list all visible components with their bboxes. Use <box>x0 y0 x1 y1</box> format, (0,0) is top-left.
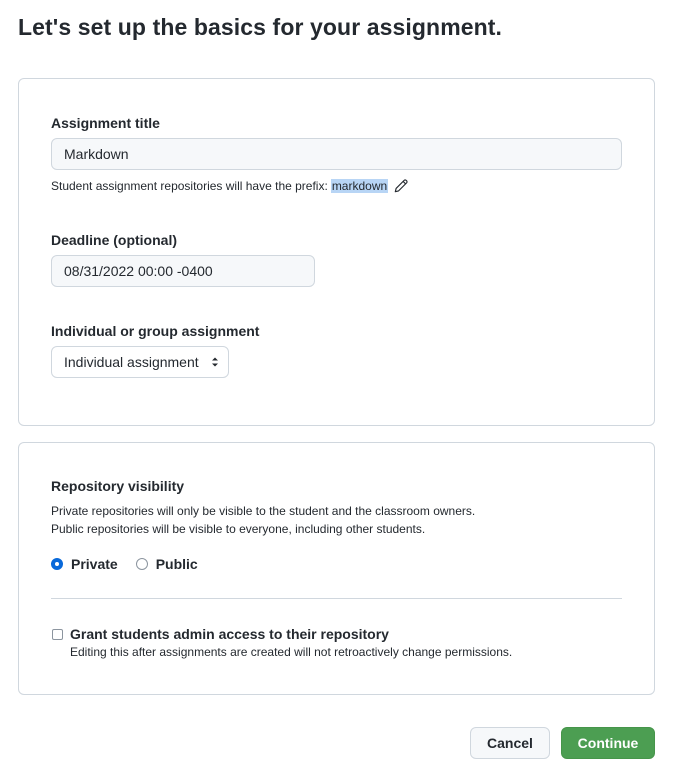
page-title: Let's set up the basics for your assignm… <box>18 14 503 40</box>
admin-access-label[interactable]: Grant students admin access to their rep… <box>70 626 389 642</box>
deadline-input[interactable]: 08/31/2022 00:00 -0400 <box>51 255 315 287</box>
assignment-title-input[interactable]: Markdown <box>51 138 622 170</box>
repository-panel: Repository visibility Private repositori… <box>18 442 655 695</box>
radio-public[interactable] <box>135 558 148 570</box>
divider <box>51 598 622 599</box>
cancel-button[interactable]: Cancel <box>470 727 550 759</box>
visibility-description-private: Private repositories will only be visibl… <box>51 504 476 518</box>
select-caret-icon <box>212 357 218 367</box>
assignment-type-value: Individual assignment <box>64 354 199 370</box>
admin-access-note: Editing this after assignments are creat… <box>70 645 513 659</box>
radio-private-label[interactable]: Private <box>71 556 118 572</box>
radio-public-label[interactable]: Public <box>156 556 198 572</box>
deadline-label: Deadline (optional) <box>51 232 177 248</box>
prefix-hint-text: Student assignment repositories will hav… <box>51 179 328 193</box>
radio-private[interactable] <box>51 558 63 570</box>
assignment-title-label: Assignment title <box>51 115 160 131</box>
visibility-description-public: Public repositories will be visible to e… <box>51 522 426 536</box>
visibility-options: Private Public <box>51 556 198 572</box>
admin-access-checkbox[interactable] <box>52 629 63 640</box>
pencil-icon[interactable] <box>394 179 408 193</box>
assignment-type-label: Individual or group assignment <box>51 323 260 339</box>
prefix-hint: Student assignment repositories will hav… <box>51 179 408 193</box>
assignment-type-select[interactable]: Individual assignment <box>51 346 229 378</box>
continue-button[interactable]: Continue <box>561 727 655 759</box>
prefix-value: markdown <box>330 179 389 193</box>
visibility-label: Repository visibility <box>51 478 185 494</box>
basics-panel: Assignment title Markdown Student assign… <box>18 78 655 426</box>
